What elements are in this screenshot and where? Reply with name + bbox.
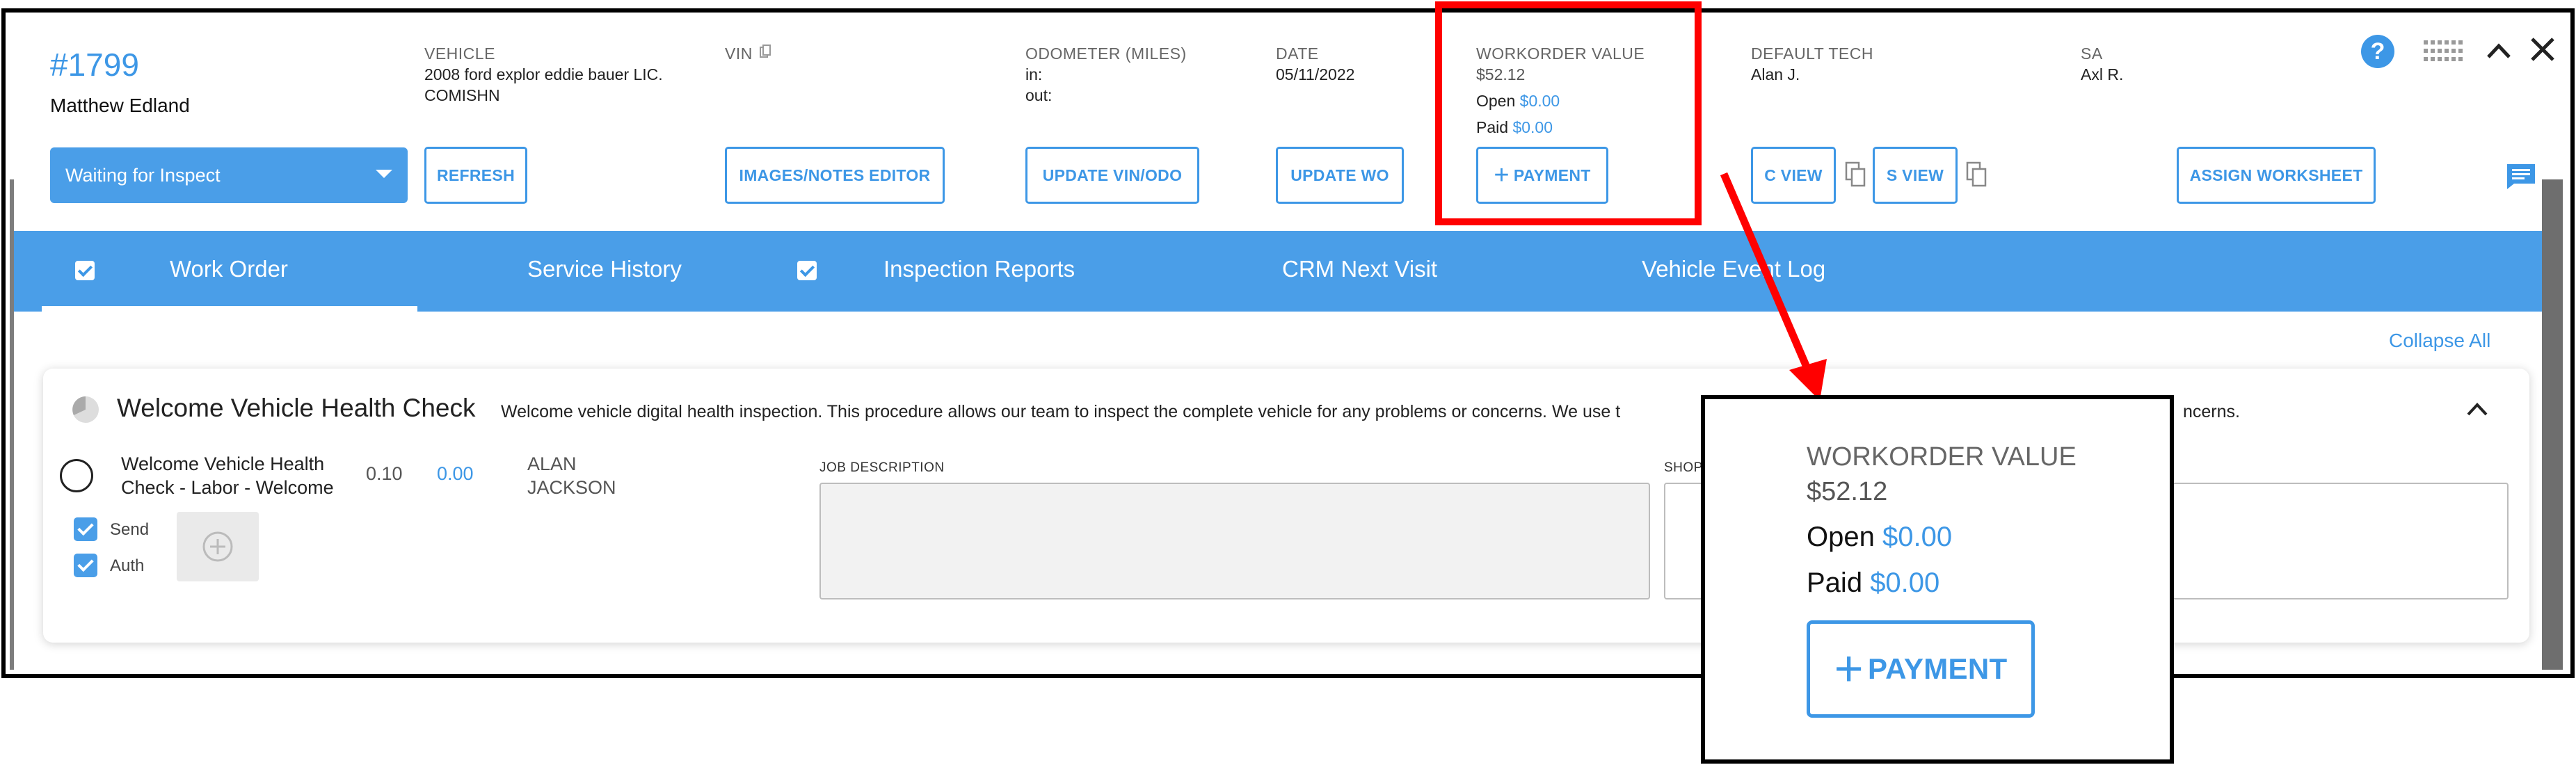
chat-icon[interactable]: [2506, 163, 2536, 191]
sa-value: Axl R.: [2081, 65, 2124, 83]
shop-label: SHOP: [1664, 460, 1703, 475]
images-notes-editor-button[interactable]: IMAGES/NOTES EDITOR: [725, 147, 945, 204]
vehicle-line2: COMISHN: [424, 86, 500, 104]
update-wo-button[interactable]: UPDATE WO: [1276, 147, 1404, 204]
auth-checkbox[interactable]: [74, 554, 97, 577]
refresh-button[interactable]: REFRESH: [424, 147, 527, 204]
job-description-label: JOB DESCRIPTION: [819, 460, 945, 475]
progress-pie-icon: [71, 395, 100, 424]
tab-inspection-reports[interactable]: Inspection Reports: [883, 256, 1075, 282]
job-name-line1: Welcome Vehicle Health: [121, 453, 325, 474]
add-circle-icon: [202, 531, 233, 562]
send-checkbox[interactable]: [74, 517, 97, 541]
collapse-all-link[interactable]: Collapse All: [2389, 330, 2490, 352]
work-order-number[interactable]: #1799: [50, 46, 139, 83]
send-label: Send: [110, 520, 150, 539]
service-title: Welcome Vehicle Health Check: [117, 394, 476, 422]
default-tech-label: DEFAULT TECH: [1751, 45, 1873, 63]
callout-paid-label: Paid: [1807, 567, 1863, 598]
work-order-tab-checkbox[interactable]: [75, 261, 95, 280]
tech-last-name: JACKSON: [527, 477, 616, 498]
date-value: 05/11/2022: [1276, 65, 1355, 83]
service-description-tail: ncerns.: [2183, 402, 2240, 421]
auth-label: Auth: [110, 556, 145, 575]
help-icon[interactable]: ?: [2361, 35, 2394, 68]
callout-open-value: $0.00: [1882, 522, 1953, 552]
chevron-up-icon[interactable]: [2486, 40, 2511, 61]
right-scrollbar[interactable]: [2542, 179, 2563, 670]
job-name: Welcome Vehicle Health Check - Labor - W…: [121, 452, 334, 499]
job-select-radio[interactable]: [60, 459, 93, 492]
callout-open-amount: Open $0.00: [1807, 522, 1952, 553]
service-description: Welcome vehicle digital health inspectio…: [501, 402, 1621, 421]
default-tech-value: Alan J.: [1751, 65, 1800, 83]
odometer-label: ODOMETER (MILES): [1025, 45, 1187, 63]
vehicle-line1: 2008 ford explor eddie bauer LIC.: [424, 65, 663, 83]
assign-worksheet-button[interactable]: ASSIGN WORKSHEET: [2177, 147, 2376, 204]
callout-paid-amount: Paid $0.00: [1807, 567, 1939, 599]
add-item-button[interactable]: [177, 512, 259, 581]
callout-paid-value: $0.00: [1870, 567, 1940, 598]
left-scrollbar[interactable]: [10, 179, 14, 670]
odometer-out: out:: [1025, 86, 1053, 104]
callout-open-label: Open: [1807, 522, 1875, 552]
copy-s-view-icon[interactable]: [1966, 161, 1987, 188]
status-dropdown[interactable]: Waiting for Inspect: [50, 147, 408, 203]
collapse-chevron-icon[interactable]: [2465, 399, 2489, 419]
vin-label: VIN: [725, 45, 753, 63]
dropdown-caret-icon: [376, 170, 392, 178]
copy-icon[interactable]: [760, 45, 771, 58]
tab-crm-next-visit[interactable]: CRM Next Visit: [1282, 256, 1437, 282]
callout-arrow: [1720, 172, 1827, 401]
vehicle-label: VEHICLE: [424, 45, 495, 63]
inspection-reports-tab-checkbox[interactable]: [797, 261, 817, 280]
assigned-tech[interactable]: ALAN JACKSON: [527, 452, 616, 499]
callout-payment-label: PAYMENT: [1867, 652, 2008, 685]
s-view-button[interactable]: S VIEW: [1873, 147, 1958, 204]
callout-workorder-value-label: WORKORDER VALUE: [1807, 442, 2077, 472]
job-description-field[interactable]: [819, 483, 1650, 599]
callout-payment-button: + PAYMENT: [1807, 620, 2035, 718]
copy-c-view-icon[interactable]: [1845, 161, 1866, 188]
tab-bar: Work Order Service History Inspection Re…: [14, 231, 2563, 312]
job-name-line2: Check - Labor - Welcome: [121, 477, 334, 498]
tab-service-history[interactable]: Service History: [527, 256, 682, 282]
date-label: DATE: [1276, 45, 1319, 63]
labor-hours[interactable]: 0.10: [366, 463, 403, 485]
customer-name[interactable]: Matthew Edland: [50, 95, 190, 117]
odometer-in: in:: [1025, 65, 1043, 83]
apps-grid-icon[interactable]: [2424, 40, 2463, 61]
sa-label: SA: [2081, 45, 2103, 63]
close-icon[interactable]: [2529, 36, 2556, 63]
highlight-box: [1435, 1, 1702, 225]
status-selected: Waiting for Inspect: [65, 164, 221, 186]
callout-plus-icon: +: [1834, 641, 1864, 697]
active-tab-indicator: [42, 306, 417, 312]
update-vin-odo-button[interactable]: UPDATE VIN/ODO: [1025, 147, 1199, 204]
labor-price[interactable]: 0.00: [437, 463, 474, 485]
tab-work-order[interactable]: Work Order: [170, 256, 288, 282]
work-order-screen: #1799 Matthew Edland VEHICLE 2008 ford e…: [10, 13, 2563, 670]
tech-first-name: ALAN: [527, 453, 577, 474]
callout-workorder-value: $52.12: [1807, 477, 1888, 506]
zoom-callout: WORKORDER VALUE $52.12 Open $0.00 Paid $…: [1701, 395, 2174, 764]
